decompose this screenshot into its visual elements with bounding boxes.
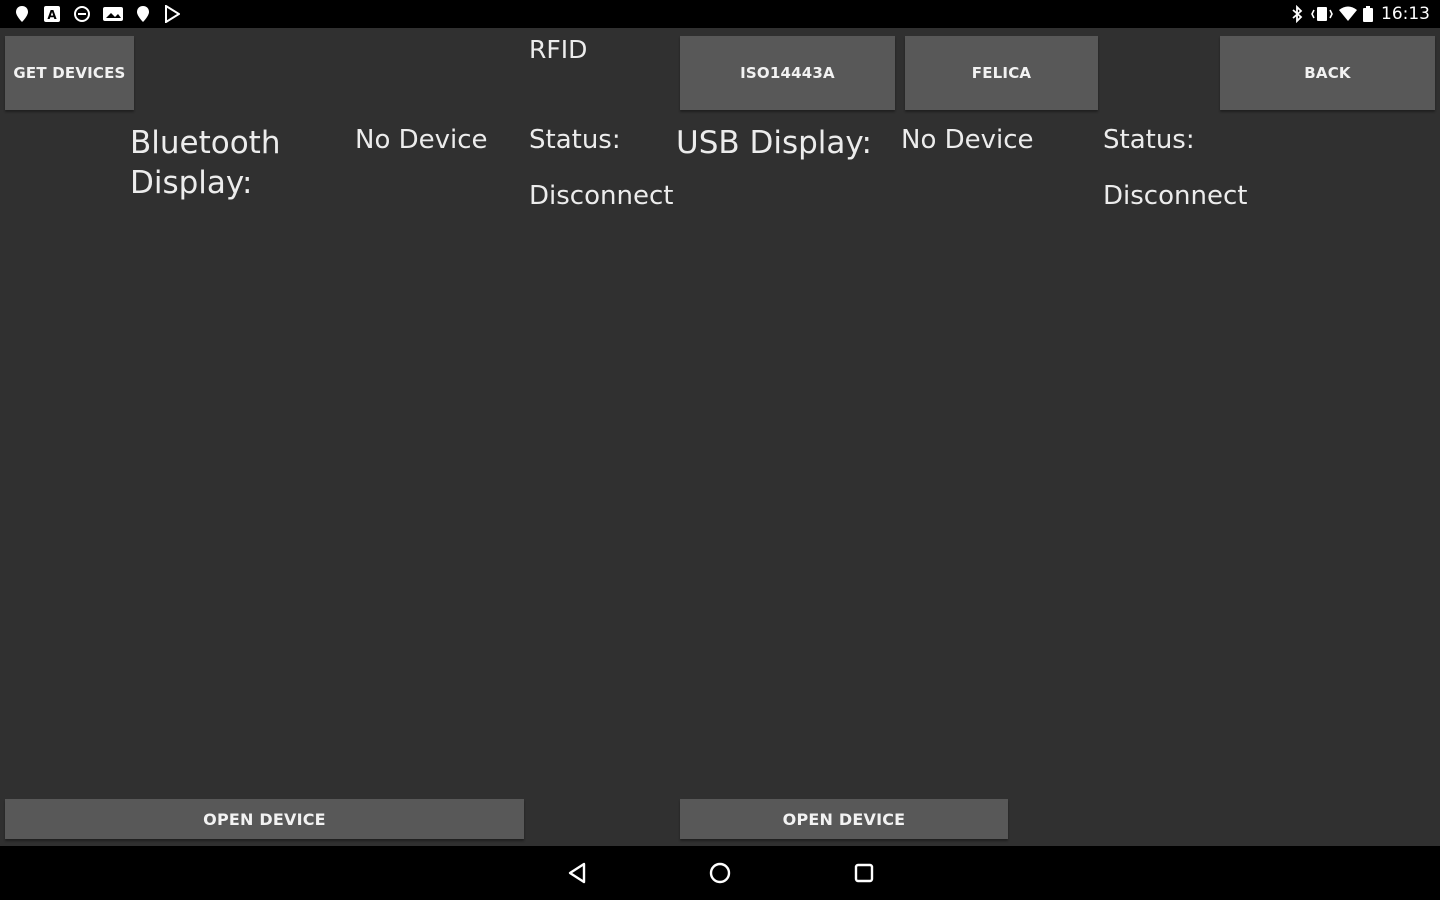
- bluetooth-display-label-line1: Bluetooth: [130, 125, 281, 161]
- get-devices-button[interactable]: GET DEVICES: [5, 36, 134, 110]
- wifi-icon: [1338, 5, 1358, 23]
- bluetooth-device-name: No Device: [355, 125, 488, 155]
- svg-text:A: A: [47, 8, 57, 22]
- back-button[interactable]: BACK: [1220, 36, 1435, 110]
- page-title: RFID: [529, 35, 588, 64]
- battery-icon: [1362, 5, 1374, 23]
- back-icon[interactable]: [562, 858, 592, 888]
- bluetooth-open-device-button[interactable]: OPEN DEVICE: [5, 799, 524, 839]
- location-pin-icon: [135, 5, 151, 23]
- notification-a-icon: A: [43, 5, 61, 23]
- usb-display-label: USB Display:: [676, 125, 872, 161]
- usb-device-name: No Device: [901, 125, 1034, 155]
- vibrate-icon: [1310, 5, 1334, 23]
- status-time: 16:13: [1381, 4, 1430, 24]
- home-icon[interactable]: [705, 858, 735, 888]
- bluetooth-status-label: Status:: [529, 125, 621, 155]
- recents-icon[interactable]: [849, 858, 879, 888]
- iso14443a-button[interactable]: ISO14443A: [680, 36, 895, 110]
- bluetooth-icon: [1290, 4, 1304, 24]
- felica-button[interactable]: FELICA: [905, 36, 1098, 110]
- usb-open-device-button[interactable]: OPEN DEVICE: [680, 799, 1008, 839]
- play-store-icon: [164, 4, 181, 24]
- bluetooth-status-value: Disconnect: [529, 181, 674, 211]
- location-pin-icon: [14, 5, 30, 23]
- usb-status-label: Status:: [1103, 125, 1195, 155]
- app-screen: A 16:13 GET DEVICES RFID ISO14443A FELIC…: [0, 0, 1440, 900]
- usb-status-value: Disconnect: [1103, 181, 1248, 211]
- bluetooth-display-label-line2: Display:: [130, 165, 253, 201]
- sync-icon: [73, 5, 91, 23]
- status-bar: A 16:13: [0, 0, 1440, 28]
- photo-icon: [102, 5, 124, 23]
- navigation-bar: [0, 846, 1440, 900]
